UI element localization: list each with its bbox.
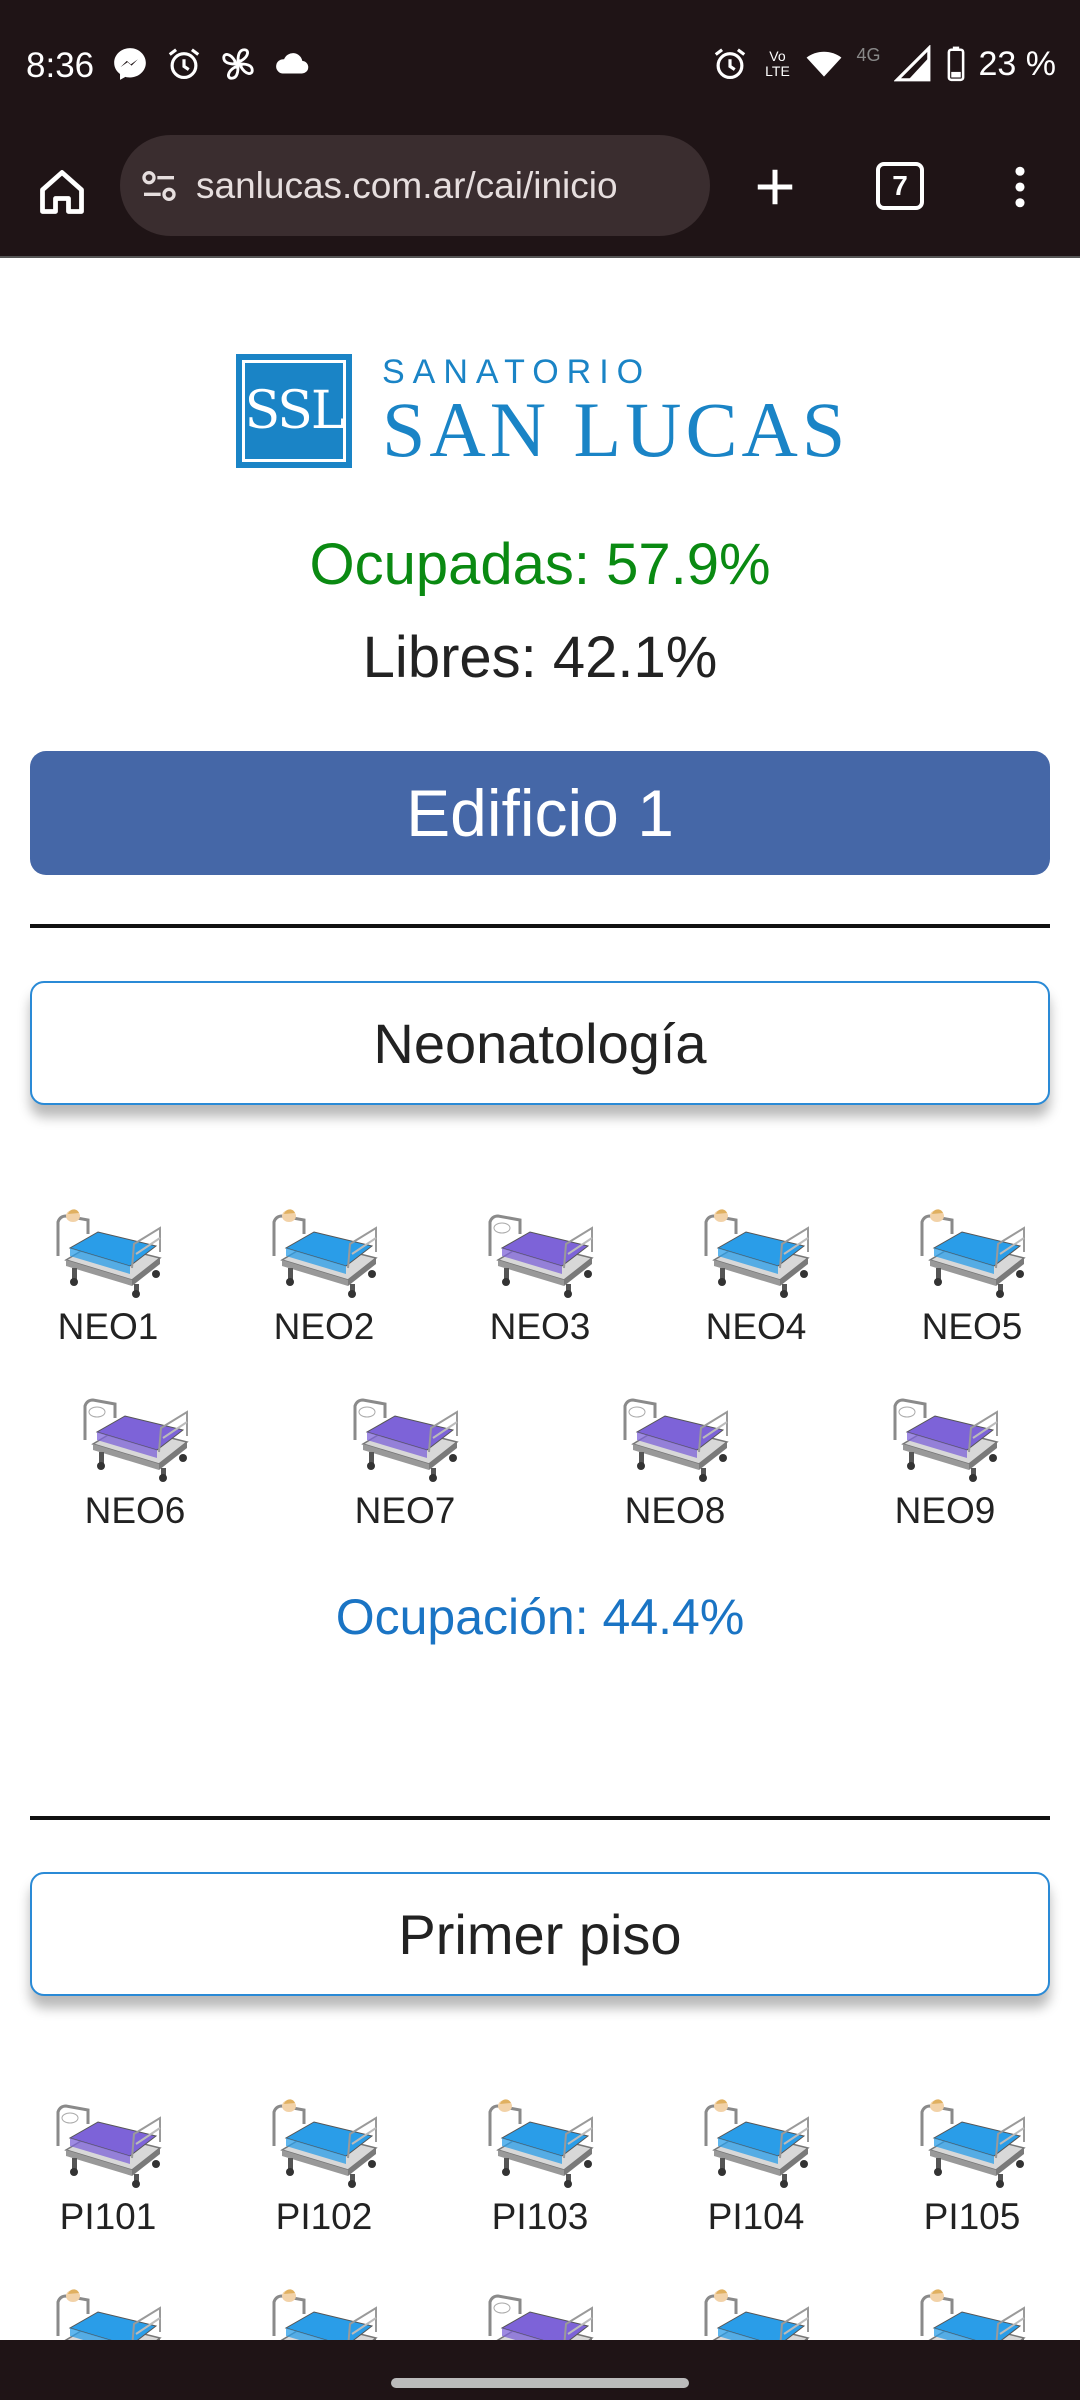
messenger-icon [110, 44, 150, 84]
free-bed-icon [28, 2088, 188, 2188]
bed-item[interactable] [460, 2278, 620, 2340]
overflow-menu-button[interactable] [1000, 157, 1040, 217]
bed-label: NEO5 [921, 1306, 1023, 1347]
bed-item[interactable] [28, 2278, 188, 2340]
bed-label: PI103 [491, 2196, 589, 2237]
bed-label: PI105 [923, 2196, 1021, 2237]
building-header[interactable]: Edificio 1 [30, 751, 1050, 875]
free-percentage: Libres: 42.1% [362, 625, 718, 690]
gesture-handle[interactable] [391, 2378, 689, 2388]
navigation-bar [0, 2340, 1080, 2400]
occupied-percentage: Ocupadas: 57.9% [309, 532, 771, 597]
logo-mark: SSL [236, 354, 352, 468]
bed-item[interactable]: NEO6 [55, 1382, 215, 1532]
occupied-bed-icon [460, 2088, 620, 2188]
bed-item[interactable]: PI102 [244, 2088, 404, 2238]
bed-label: NEO3 [489, 1306, 591, 1347]
bed-label: NEO6 [84, 1490, 186, 1531]
address-bar[interactable]: sanlucas.com.ar/cai/inicio [120, 135, 710, 236]
occupied-bed-icon [676, 1198, 836, 1298]
bed-label: PI102 [275, 2196, 373, 2237]
free-bed-icon [55, 1382, 215, 1482]
notification-icons [110, 44, 312, 84]
wifi-icon [804, 44, 844, 84]
status-time: 8:36 [26, 46, 95, 85]
battery-icon [945, 44, 967, 84]
bed-label: NEO2 [273, 1306, 375, 1347]
free-bed-icon [865, 1382, 1025, 1482]
fan-icon [218, 44, 258, 84]
home-button[interactable] [30, 160, 94, 224]
logo-wordmark: SANATORIO SAN LUCAS [382, 353, 849, 469]
bed-item[interactable]: NEO7 [325, 1382, 485, 1532]
bed-item[interactable]: NEO3 [460, 1198, 620, 1348]
bed-item[interactable]: PI104 [676, 2088, 836, 2238]
network-type: 4G [856, 44, 881, 65]
page-content: SSL SANATORIO SAN LUCAS Ocupadas: 57.9% … [0, 258, 1080, 2340]
system-icons: Vo LTE 4G 23 % [710, 44, 1056, 84]
occupied-bed-icon [28, 1198, 188, 1298]
alarm-icon [710, 44, 750, 84]
free-bed-icon [595, 1382, 755, 1482]
bed-item[interactable] [892, 2278, 1052, 2340]
bed-label: NEO8 [624, 1490, 726, 1531]
site-settings-icon[interactable] [138, 165, 180, 207]
bed-item[interactable]: NEO4 [676, 1198, 836, 1348]
volte-icon: Vo LTE [765, 48, 790, 79]
free-bed-icon [460, 2278, 620, 2340]
new-tab-button[interactable] [745, 157, 805, 217]
bed-label: PI104 [707, 2196, 805, 2237]
bed-item[interactable]: PI101 [28, 2088, 188, 2238]
divider [30, 924, 1050, 928]
occupied-bed-icon [244, 1198, 404, 1298]
bed-item[interactable]: NEO1 [28, 1198, 188, 1348]
free-bed-icon [460, 1198, 620, 1298]
bed-item[interactable]: PI105 [892, 2088, 1052, 2238]
bed-label: NEO7 [354, 1490, 456, 1531]
occupied-bed-icon [244, 2088, 404, 2188]
occupied-bed-icon [892, 2278, 1052, 2340]
occupied-bed-icon [676, 2088, 836, 2188]
bed-label: NEO1 [57, 1306, 159, 1347]
divider [30, 1816, 1050, 1820]
bed-item[interactable]: NEO2 [244, 1198, 404, 1348]
occupied-bed-icon [676, 2278, 836, 2340]
sanatorio-logo[interactable]: SSL SANATORIO SAN LUCAS [236, 353, 849, 469]
section-button-neonatologia[interactable]: Neonatología [30, 981, 1050, 1105]
occupied-bed-icon [892, 2088, 1052, 2188]
section-button-primer-piso[interactable]: Primer piso [30, 1872, 1050, 1996]
bed-label: NEO9 [894, 1490, 996, 1531]
occupied-bed-icon [892, 1198, 1052, 1298]
bed-item[interactable]: PI103 [460, 2088, 620, 2238]
bed-label: PI101 [59, 2196, 157, 2237]
bed-item[interactable] [676, 2278, 836, 2340]
logo-line2: SAN LUCAS [382, 386, 850, 473]
url-text[interactable]: sanlucas.com.ar/cai/inicio [196, 165, 618, 207]
cloud-icon [272, 44, 312, 84]
more-vert-icon [1015, 166, 1025, 208]
alarm-icon [164, 44, 204, 84]
section-occupancy: Ocupación: 44.4% [335, 1589, 745, 1645]
bed-item[interactable]: NEO9 [865, 1382, 1025, 1532]
free-bed-icon [325, 1382, 485, 1482]
browser-toolbar: sanlucas.com.ar/cai/inicio 7 [0, 130, 1080, 256]
status-bar: 8:36 Vo LTE 4G 23 % [0, 0, 1080, 130]
plus-icon [757, 169, 793, 205]
signal-icon [893, 44, 933, 84]
occupied-bed-icon [244, 2278, 404, 2340]
bed-label: NEO4 [705, 1306, 807, 1347]
tab-switcher-button[interactable]: 7 [876, 162, 924, 210]
bed-item[interactable] [244, 2278, 404, 2340]
home-icon [40, 170, 84, 214]
battery-level: 23 % [978, 44, 1057, 83]
occupied-bed-icon [28, 2278, 188, 2340]
bed-item[interactable]: NEO5 [892, 1198, 1052, 1348]
bed-item[interactable]: NEO8 [595, 1382, 755, 1532]
